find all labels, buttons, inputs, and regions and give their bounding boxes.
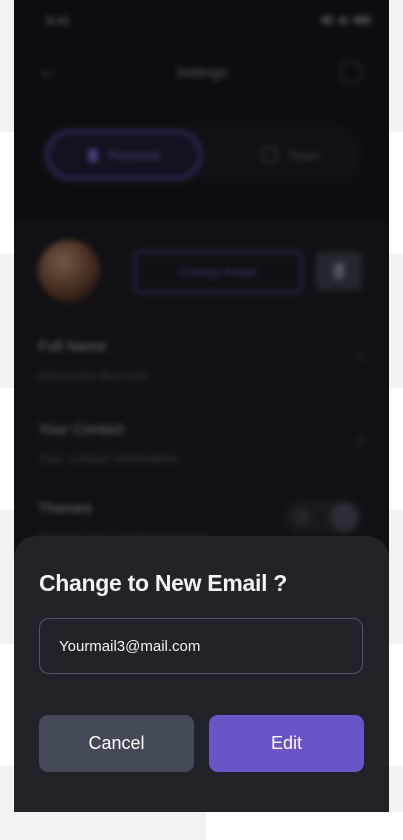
cancel-button[interactable]: Cancel bbox=[39, 715, 194, 772]
page-bg-panel-right-2 bbox=[389, 388, 403, 510]
page-bg-panel-bottom bbox=[206, 812, 403, 840]
page-bg-panel-left-3 bbox=[0, 644, 14, 766]
sheet-title: Change to New Email ? bbox=[39, 570, 288, 596]
page-bg-panel-left-2 bbox=[0, 388, 14, 510]
page-bg-panel-left bbox=[0, 132, 14, 254]
edit-button[interactable]: Edit bbox=[209, 715, 364, 772]
page-bg-panel-right bbox=[389, 132, 403, 254]
email-field[interactable] bbox=[39, 618, 363, 674]
page-bg-panel-right-3 bbox=[389, 644, 403, 766]
phone-screen: 9:41 ← Settings Personal Team Change Ava… bbox=[14, 0, 389, 812]
change-email-sheet: Change to New Email ? Cancel Edit bbox=[14, 536, 389, 812]
